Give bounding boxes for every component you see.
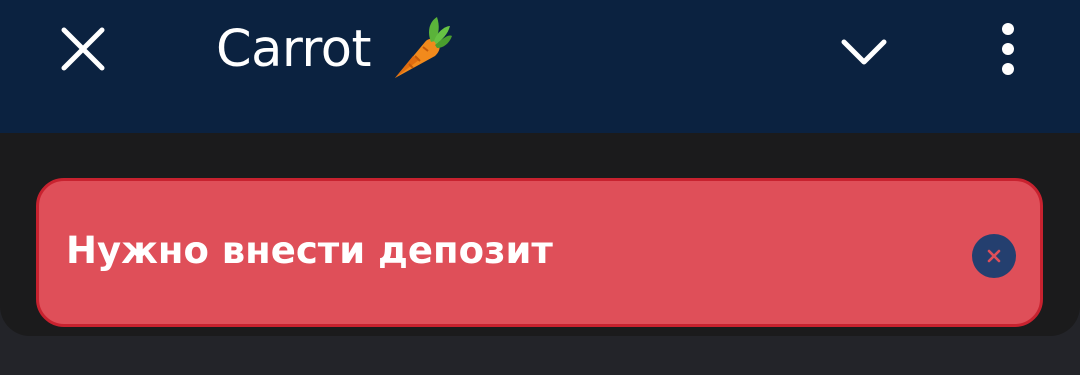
alert-message: Нужно внести депозит <box>66 229 553 272</box>
app-bar: Carrot <box>0 0 1080 133</box>
alert-dismiss-button[interactable] <box>972 234 1016 278</box>
close-icon <box>61 27 105 71</box>
more-vertical-icon <box>1002 23 1014 75</box>
title-text: Carrot <box>216 19 371 79</box>
collapse-button[interactable] <box>828 17 900 87</box>
chevron-down-icon <box>841 39 887 65</box>
page-title: Carrot <box>216 14 453 84</box>
more-options-button[interactable] <box>980 14 1036 84</box>
close-button[interactable] <box>48 14 118 84</box>
carrot-icon <box>394 17 452 78</box>
close-icon <box>987 249 1001 263</box>
deposit-alert: Нужно внести депозит <box>36 178 1043 327</box>
